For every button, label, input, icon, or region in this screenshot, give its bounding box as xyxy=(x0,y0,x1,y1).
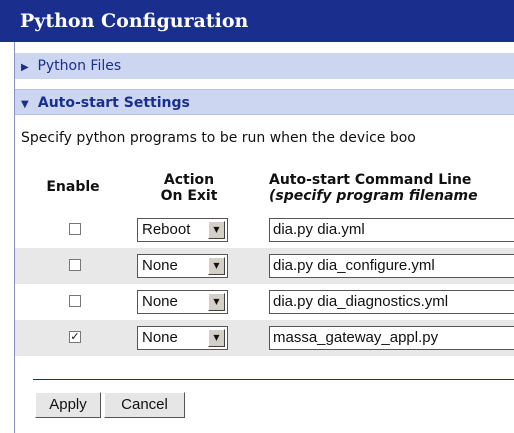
content-panel: ▶ Python Files ▼ Auto-start Settings Spe… xyxy=(14,42,514,433)
header-cmd-line2: (specify program filename xyxy=(269,188,478,204)
section-python-files[interactable]: ▶ Python Files xyxy=(15,53,514,79)
enable-checkbox[interactable] xyxy=(69,259,81,271)
action-value: None xyxy=(142,257,178,274)
section-auto-start[interactable]: ▼ Auto-start Settings xyxy=(15,89,514,115)
action-on-exit-select[interactable]: None ▼ xyxy=(137,326,228,350)
table-row: None ▼ dia.py dia_diagnostics.yml xyxy=(15,284,514,320)
chevron-down-icon[interactable]: ▼ xyxy=(208,257,225,275)
table-row: None ▼ dia.py dia_configure.yml xyxy=(15,248,514,284)
header-cmd-line1: Auto-start Command Line xyxy=(269,172,472,188)
enable-checkbox[interactable]: ✓ xyxy=(69,331,81,343)
table-row: Reboot ▼ dia.py dia.yml xyxy=(15,212,514,248)
command-line-input[interactable]: massa_gateway_appl.py xyxy=(269,326,514,350)
header-action-line2: On Exit xyxy=(160,188,218,204)
command-line-input[interactable]: dia.py dia_configure.yml xyxy=(269,254,514,278)
chevron-down-icon[interactable]: ▼ xyxy=(208,293,225,311)
section-python-files-label: Python Files xyxy=(37,58,122,74)
triangle-right-icon: ▶ xyxy=(21,62,29,73)
section-auto-start-label: Auto-start Settings xyxy=(37,95,190,111)
table-row: ✓ None ▼ massa_gateway_appl.py xyxy=(15,320,514,356)
header-enable: Enable xyxy=(46,179,100,195)
page-title: Python Configuration xyxy=(0,0,514,42)
chevron-down-icon[interactable]: ▼ xyxy=(208,221,225,239)
divider xyxy=(33,379,514,380)
action-value: None xyxy=(142,329,178,346)
description-text: Specify python programs to be run when t… xyxy=(21,130,416,146)
header-action-on-exit: Action On Exit xyxy=(131,172,247,204)
action-on-exit-select[interactable]: None ▼ xyxy=(137,254,228,278)
command-line-input[interactable]: dia.py dia.yml xyxy=(269,218,514,242)
header-command-line: Auto-start Command Line (specify program… xyxy=(269,172,478,204)
enable-checkbox[interactable] xyxy=(69,295,81,307)
enable-checkbox[interactable] xyxy=(69,223,81,235)
command-line-input[interactable]: dia.py dia_diagnostics.yml xyxy=(269,290,514,314)
action-value: Reboot xyxy=(142,221,191,238)
action-on-exit-select[interactable]: None ▼ xyxy=(137,290,228,314)
header-action-line1: Action xyxy=(163,172,215,188)
action-value: None xyxy=(142,293,178,310)
chevron-down-icon[interactable]: ▼ xyxy=(208,329,225,347)
apply-button[interactable]: Apply xyxy=(35,392,101,418)
cancel-button[interactable]: Cancel xyxy=(104,392,185,418)
action-on-exit-select[interactable]: Reboot ▼ xyxy=(137,218,228,242)
triangle-down-icon: ▼ xyxy=(21,99,29,110)
